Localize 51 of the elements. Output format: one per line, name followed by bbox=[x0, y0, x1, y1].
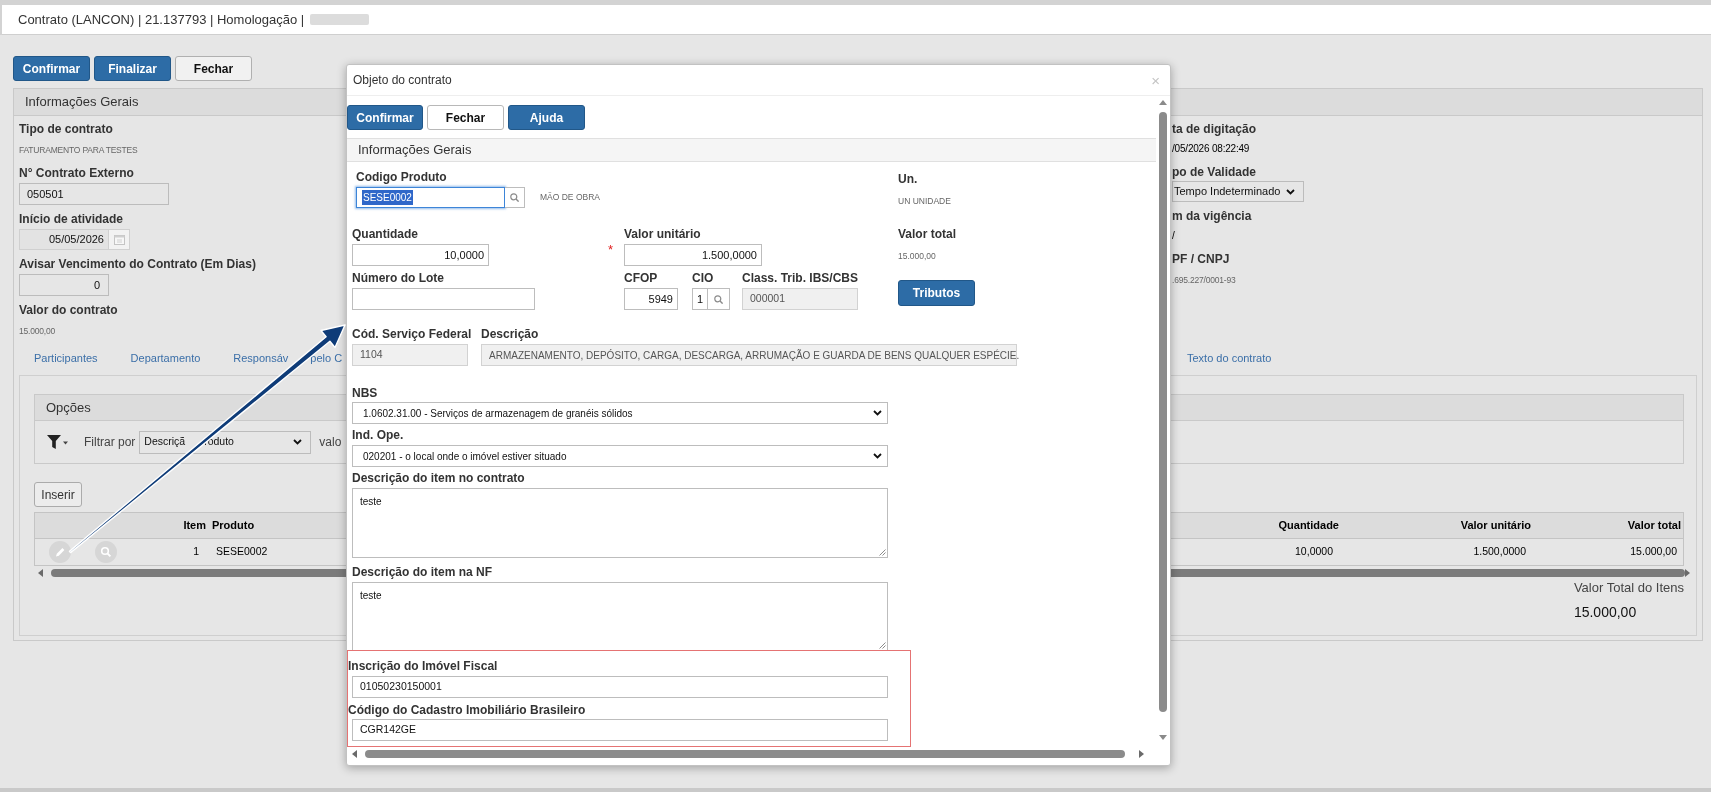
field-label: Descrição do item na NF bbox=[352, 565, 494, 580]
field-label: CFOP bbox=[624, 271, 659, 286]
table-cell: SESE0002 bbox=[216, 544, 268, 560]
field-label: Ind. Ope. bbox=[352, 428, 405, 443]
field-value: /05/2026 08:22:49 bbox=[1172, 143, 1251, 155]
filter-label: valo bbox=[319, 434, 342, 451]
field-label: Valor total bbox=[898, 227, 956, 242]
field-label: Tipo de contrato bbox=[19, 122, 114, 137]
total-label: Valor Total do Itens bbox=[1573, 581, 1684, 595]
field-label: PF / CNPJ bbox=[1172, 252, 1231, 267]
section-header: Informações Gerais bbox=[347, 138, 1156, 162]
required-mark: * bbox=[607, 243, 613, 256]
field-value: FATURAMENTO PARA TESTES bbox=[19, 144, 139, 156]
field-label: Código do Cadastro Imobiliário Brasileiro bbox=[348, 703, 587, 718]
field-value: .695.227/0001-93 bbox=[1172, 274, 1237, 286]
total-value: 15.000,00 bbox=[1573, 603, 1637, 621]
field-value: 15.000,00 bbox=[19, 325, 56, 337]
field-label: Codigo Produto bbox=[355, 170, 448, 185]
window-title: Contrato (LANCON) | 21.137793 | Homologação | bbox=[18, 10, 305, 29]
dialog-title: Objeto do contrato bbox=[353, 72, 452, 89]
field-label: Descrição bbox=[481, 327, 540, 342]
field-label: Quantidade bbox=[352, 227, 419, 242]
field-label: Un. bbox=[898, 172, 919, 187]
field-label: Valor unitário bbox=[624, 227, 702, 242]
field-value: 15.000,00 bbox=[898, 250, 937, 262]
table-cell: 1 bbox=[193, 544, 199, 560]
product-name: MÃO DE OBRA bbox=[540, 191, 600, 204]
field-label: N° Contrato Externo bbox=[19, 166, 135, 181]
field-value: / bbox=[1172, 230, 1176, 242]
field-label: Início de atividade bbox=[19, 212, 125, 227]
field-label: po de Validade bbox=[1172, 165, 1258, 180]
field-label: Número do Lote bbox=[352, 271, 445, 286]
field-label: Class. Trib. IBS/CBS bbox=[742, 271, 859, 286]
table-cell: 15.000,00 bbox=[1630, 544, 1677, 560]
field-label: CIO bbox=[692, 271, 715, 286]
column-header: Valor total bbox=[1627, 518, 1681, 534]
table-cell: 10,0000 bbox=[1295, 544, 1333, 560]
field-value: UN UNIDADE bbox=[898, 195, 951, 207]
table-cell: 1.500,0000 bbox=[1473, 544, 1526, 560]
field-label: Descrição do item no contrato bbox=[352, 471, 526, 486]
field-label: Cód. Serviço Federal bbox=[352, 327, 473, 342]
field-label: ta de digitação bbox=[1172, 122, 1258, 137]
column-header: Valor unitário bbox=[1460, 518, 1531, 534]
field-label: Inscrição do Imóvel Fiscal bbox=[348, 659, 499, 674]
field-label: Valor do contrato bbox=[19, 303, 119, 318]
column-header: Quantidade bbox=[1278, 518, 1339, 534]
column-header: Item bbox=[183, 518, 206, 534]
field-label: m da vigência bbox=[1172, 209, 1253, 224]
field-label: Avisar Vencimento do Contrato (Em Dias) bbox=[19, 257, 257, 272]
filter-label: Filtrar por bbox=[84, 434, 136, 451]
column-header: Produto bbox=[212, 518, 255, 534]
